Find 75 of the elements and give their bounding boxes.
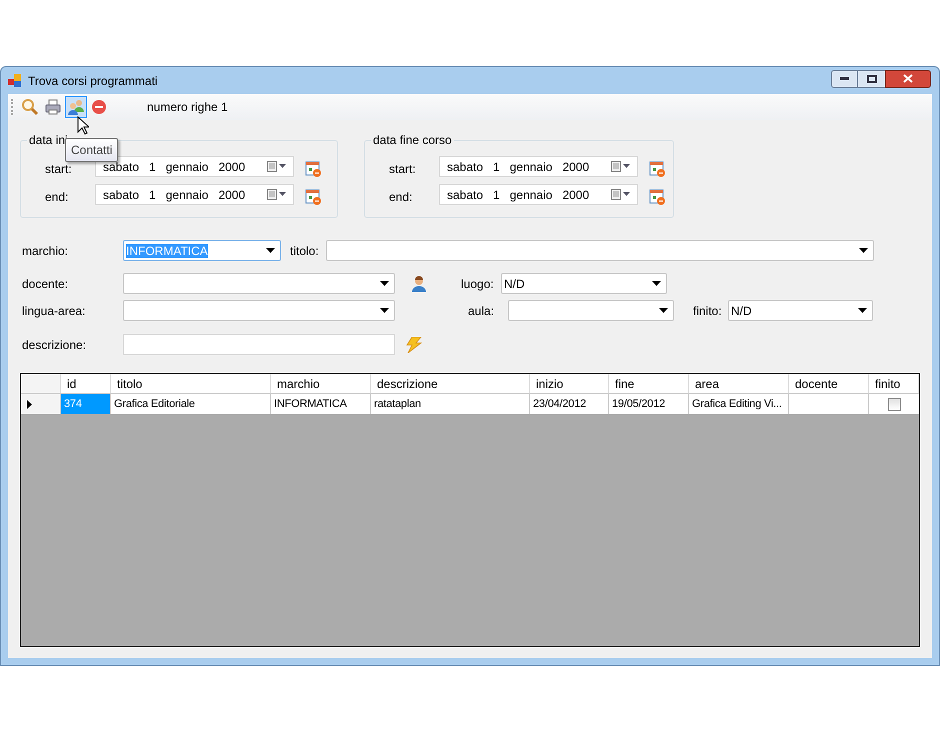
date-picker[interactable]: sabato 1 gennaio 2000 xyxy=(439,156,638,177)
calendar-clear-icon[interactable] xyxy=(305,188,321,204)
calendar-clear-icon[interactable] xyxy=(649,188,665,204)
column-header[interactable]: titolo xyxy=(111,374,271,393)
column-header[interactable]: inizio xyxy=(530,374,609,393)
field-label: start: xyxy=(389,161,417,178)
dropdown-field[interactable] xyxy=(123,273,395,294)
dropdown-arrow-icon xyxy=(858,308,867,313)
field-label: marchio: xyxy=(22,242,70,260)
calendar-dropdown-icon xyxy=(267,161,287,172)
checkbox[interactable] xyxy=(888,398,900,410)
dropdown-arrow-icon xyxy=(380,308,389,313)
field-label: lingua-area: xyxy=(22,302,86,320)
dropdown-field[interactable]: N/D xyxy=(501,273,667,294)
column-header[interactable]: id xyxy=(61,374,111,393)
field-label: docente: xyxy=(22,276,70,292)
current-row-icon xyxy=(27,400,32,408)
people-icon xyxy=(67,98,85,116)
date-picker[interactable]: sabato 1 gennaio 2000 xyxy=(95,156,294,177)
row-header[interactable] xyxy=(21,394,61,414)
column-header[interactable]: area xyxy=(689,374,789,393)
column-header[interactable]: fine xyxy=(609,374,689,393)
dropdown-field[interactable]: N/D xyxy=(728,300,873,321)
dropdown-arrow-icon xyxy=(659,308,668,313)
table-cell: INFORMATICA xyxy=(271,394,371,414)
table-cell: 23/04/2012 xyxy=(530,394,609,414)
field-label: end: xyxy=(389,189,414,206)
close-icon xyxy=(903,74,913,83)
dropdown-arrow-icon xyxy=(266,248,275,253)
minimize-button[interactable] xyxy=(831,70,858,88)
dropdown-field[interactable] xyxy=(123,300,395,321)
field-label: titolo: xyxy=(290,242,320,260)
toolbar-button[interactable] xyxy=(65,96,87,118)
toolbar-button[interactable] xyxy=(19,96,41,118)
field-label: luogo: xyxy=(461,276,495,292)
calendar-dropdown-icon xyxy=(611,161,631,172)
table-cell: ratataplan xyxy=(371,394,530,414)
field-label: aula: xyxy=(468,302,496,320)
dropdown-arrow-icon xyxy=(652,281,661,286)
calendar-clear-icon[interactable] xyxy=(649,160,665,176)
dropdown-arrow-icon xyxy=(859,248,868,253)
dropdown-field[interactable] xyxy=(508,300,674,321)
date-picker[interactable]: sabato 1 gennaio 2000 xyxy=(439,184,638,205)
dropdown-arrow-icon xyxy=(380,281,389,286)
calendar-clear-icon[interactable] xyxy=(305,160,321,176)
calendar-dropdown-icon xyxy=(267,189,287,200)
column-header[interactable]: finito xyxy=(869,374,919,393)
column-header[interactable]: marchio xyxy=(271,374,371,393)
app-icon xyxy=(8,74,22,88)
close-button[interactable] xyxy=(885,70,931,88)
calendar-dropdown-icon xyxy=(611,189,631,200)
date-picker[interactable]: sabato 1 gennaio 2000 xyxy=(95,184,294,205)
column-header[interactable]: docente xyxy=(789,374,869,393)
printer-icon xyxy=(44,98,62,116)
text-field[interactable] xyxy=(123,334,395,355)
table-cell: Grafica Editing Vi... xyxy=(689,394,789,414)
person-icon[interactable] xyxy=(411,276,427,292)
table-cell: 374 xyxy=(61,394,111,414)
table-cell: 19/05/2012 xyxy=(609,394,689,414)
search-icon xyxy=(21,98,39,116)
field-label: descrizione: xyxy=(22,336,88,354)
field-label: end: xyxy=(45,189,70,206)
stop-icon xyxy=(91,99,107,115)
mouse-pointer-icon xyxy=(77,116,89,135)
window-title: Trova corsi programmati xyxy=(28,72,159,90)
row-count-label: numero righe 1 xyxy=(147,99,228,116)
dropdown-field[interactable] xyxy=(326,240,874,261)
maximize-button[interactable] xyxy=(858,70,885,88)
tooltip: Contatti xyxy=(65,138,118,162)
group-title: data fine corso xyxy=(371,133,454,147)
lightning-icon[interactable] xyxy=(405,336,423,352)
table-cell: Grafica Editoriale xyxy=(111,394,271,414)
field-label: start: xyxy=(45,161,73,178)
field-label: finito: xyxy=(693,302,723,320)
column-header[interactable]: descrizione xyxy=(371,374,530,393)
